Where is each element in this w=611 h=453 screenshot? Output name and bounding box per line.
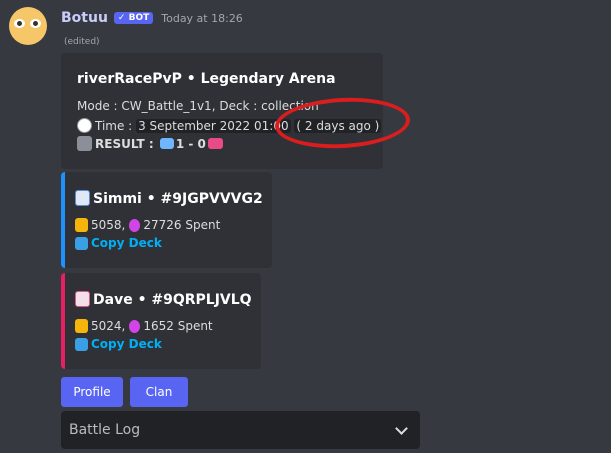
bot-badge: ✓ BOT xyxy=(113,12,154,24)
player-title: Dave • #9QRPLJVLQ xyxy=(75,291,252,308)
player-pink-icon xyxy=(75,291,90,307)
edited-label: (edited) xyxy=(64,37,100,47)
timestamp[interactable]: Today at 18:26 xyxy=(161,12,243,25)
team-icon xyxy=(159,138,174,149)
crown-icon xyxy=(207,138,223,149)
player-blue-icon xyxy=(75,190,90,206)
player-name: Dave • #9QRPLJVLQ xyxy=(93,292,252,308)
bot-avatar[interactable] xyxy=(9,7,47,45)
elixir-icon xyxy=(129,219,141,232)
copy-deck-line: Copy Deck xyxy=(75,337,162,351)
result-line: RESULT : 1 - 0 xyxy=(77,136,226,151)
elixir-value: 1652 Spent xyxy=(143,319,213,333)
chevron-down-icon xyxy=(395,421,408,435)
trophies-value: 5058, xyxy=(91,218,126,232)
stats-line: 5058, 27726 Spent xyxy=(75,218,220,232)
profile-button[interactable]: Profile xyxy=(61,377,123,407)
mode-line: Mode : CW_Battle_1v1, Deck : collection xyxy=(77,99,319,113)
trophy-icon xyxy=(75,218,88,232)
crossed-swords-icon xyxy=(77,136,92,151)
avatar-eye-right xyxy=(30,19,41,28)
trophy-icon xyxy=(75,319,88,333)
embed-player-dave: Dave • #9QRPLJVLQ 5024, 1652 Spent Copy D… xyxy=(61,273,261,369)
time-prefix: Time : xyxy=(95,119,133,133)
select-placeholder: Battle Log xyxy=(69,422,141,438)
clan-button[interactable]: Clan xyxy=(130,377,188,407)
copy-deck-link[interactable]: Copy Deck xyxy=(91,236,162,250)
trophies-value: 5024, xyxy=(91,319,126,333)
player-title: Simmi • #9JGPVVVG2 xyxy=(75,190,263,207)
deck-icon xyxy=(75,237,88,250)
deck-icon xyxy=(75,338,88,351)
avatar-eye-left xyxy=(14,19,25,28)
embed-player-simmi: Simmi • #9JGPVVVG2 5058, 27726 Spent Copy… xyxy=(61,172,272,268)
elixir-value: 27726 Spent xyxy=(143,218,221,232)
result-label: RESULT : xyxy=(95,137,154,151)
player-name: Simmi • #9JGPVVVG2 xyxy=(93,191,263,207)
battle-log-select[interactable]: Battle Log xyxy=(61,411,420,449)
elixir-icon xyxy=(129,320,141,333)
username[interactable]: Botuu xyxy=(61,10,108,26)
clock-icon xyxy=(77,118,92,133)
embed-title: riverRacePvP • Legendary Arena xyxy=(77,71,336,87)
copy-deck-link[interactable]: Copy Deck xyxy=(91,337,162,351)
time-value: 3 September 2022 01:00 xyxy=(136,119,291,133)
stats-line: 5024, 1652 Spent xyxy=(75,319,213,333)
copy-deck-line: Copy Deck xyxy=(75,236,162,250)
message-header: Botuu ✓ BOT Today at 18:26 xyxy=(61,10,243,26)
result-score: 1 - 0 xyxy=(175,137,206,151)
